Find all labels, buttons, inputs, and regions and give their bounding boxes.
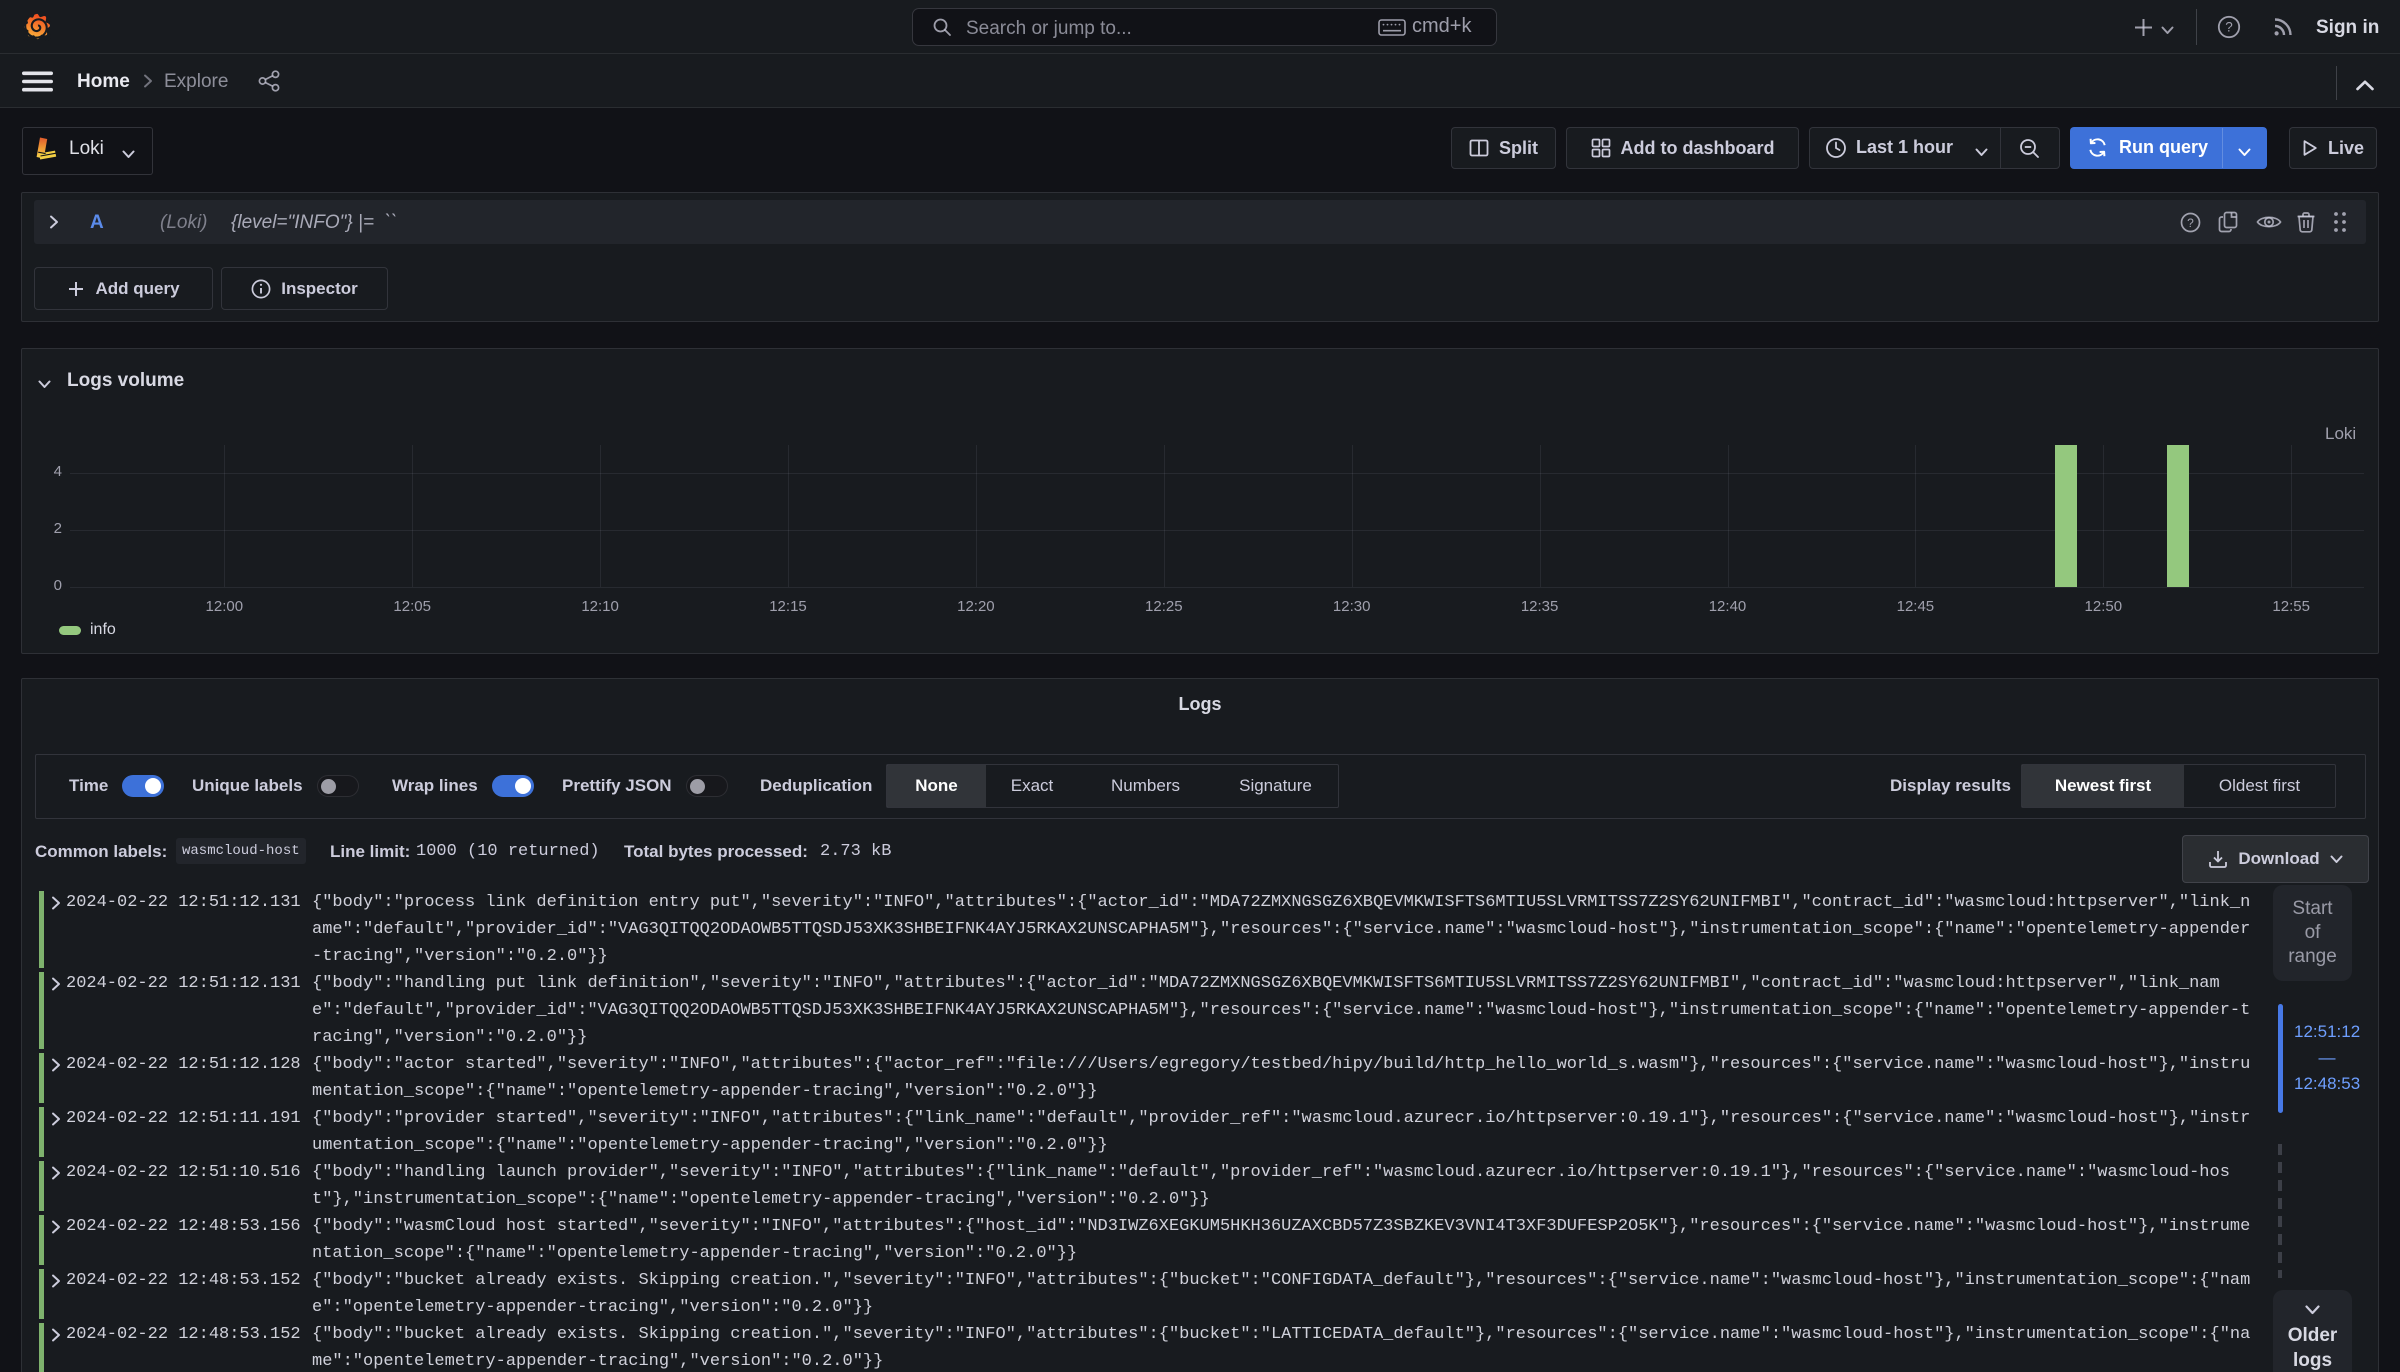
svg-text:?: ? [2225,20,2233,35]
svg-text:?: ? [2187,216,2194,230]
